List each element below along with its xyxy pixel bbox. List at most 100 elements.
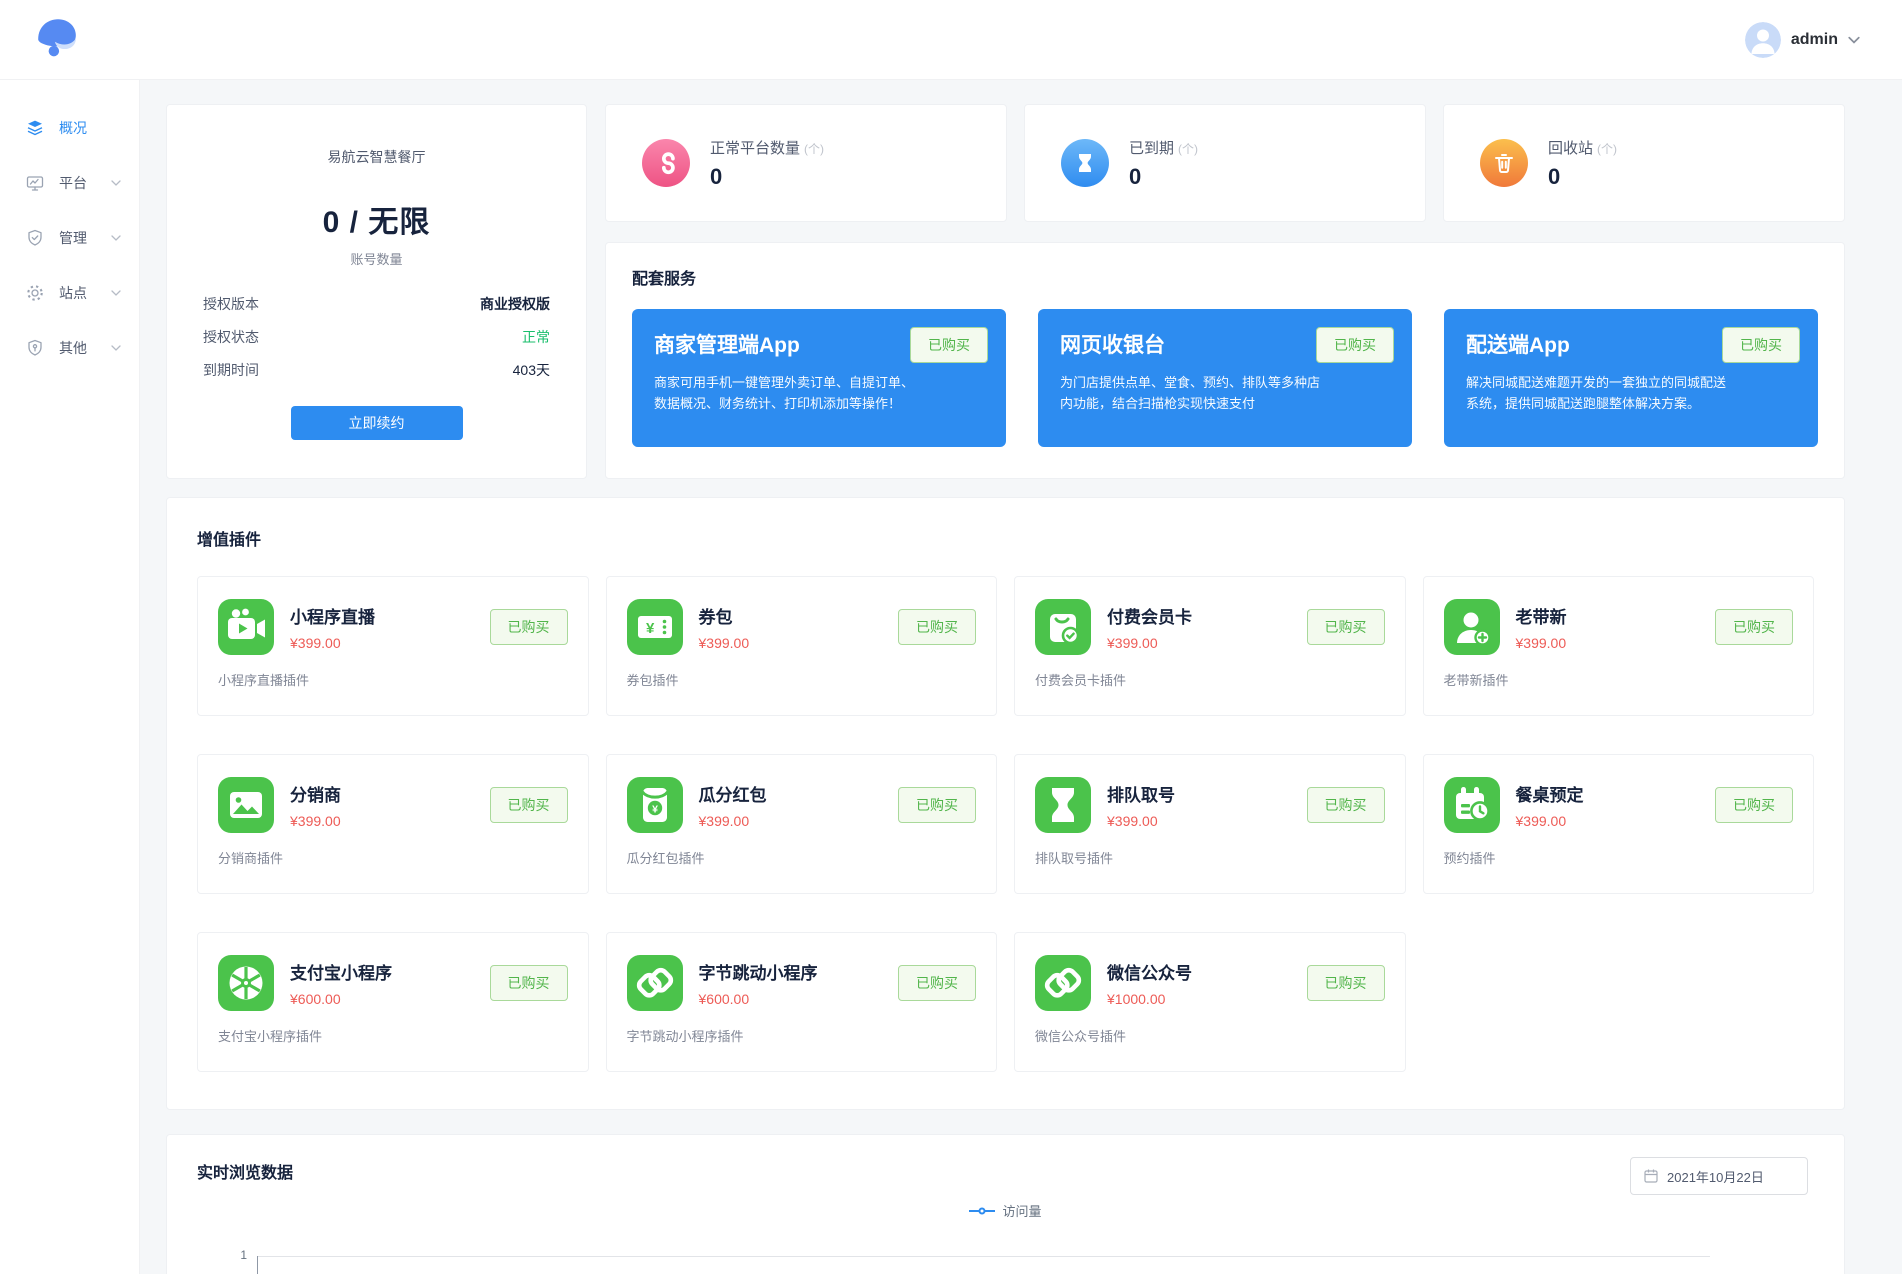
purchased-button[interactable]: 已购买 [910,327,988,363]
field-label: 到期时间 [203,360,259,380]
purchased-button[interactable]: 已购买 [1715,609,1793,645]
app-logo [34,16,80,63]
plugin-desc: 预约插件 [1444,848,1794,867]
grid-line [257,1256,1710,1257]
plugin-price: ¥399.00 [699,813,883,829]
stat-value: 0 [1548,164,1617,190]
calendar-icon [1643,1168,1659,1184]
plugin-name: 排队取号 [1107,781,1291,806]
stat-card-expired: 已到期(个) 0 [1024,104,1426,222]
license-row: 授权版本 商业授权版 [203,294,550,314]
sidebar-item-label: 平台 [59,173,87,193]
purchased-button[interactable]: 已购买 [1307,787,1385,823]
sidebar-item-site[interactable]: 站点 [0,265,139,320]
plugin-desc: 支付宝小程序插件 [218,1026,568,1045]
plugin-name: 餐桌预定 [1516,781,1700,806]
stat-card-recycle-bin: 回收站(个) 0 [1443,104,1845,222]
realtime-panel: 实时浏览数据 2021年10月22日 访问量 1 [166,1134,1845,1274]
realtime-title: 实时浏览数据 [197,1159,1814,1183]
plugin-desc: 分销商插件 [218,848,568,867]
purchased-button[interactable]: 已购买 [898,787,976,823]
plugin-desc: 券包插件 [627,670,977,689]
avatar [1745,22,1781,58]
plugin-desc: 字节跳动小程序插件 [627,1026,977,1045]
service-card-web-cashier: 网页收银台 已购买 为门店提供点单、堂食、预约、排队等多种店内功能，结合扫描枪实… [1038,309,1412,447]
plugin-name: 微信公众号 [1107,959,1291,984]
sidebar-item-overview[interactable]: 概况 [0,100,139,155]
member-card-icon [1035,599,1091,655]
account-quota: 0 / 无限 [203,197,550,241]
stat-value: 0 [710,164,824,190]
license-row: 到期时间 403天 [203,360,550,380]
shield-key-icon [26,339,44,357]
plugin-card-queue: 排队取号 ¥399.00 已购买 排队取号插件 [1014,754,1406,894]
renew-button[interactable]: 立即续约 [291,406,463,440]
calendar-clock-icon [1444,777,1500,833]
plugin-name: 小程序直播 [290,603,474,628]
chain-link-icon [627,955,683,1011]
service-desc: 解决同城配送难题开发的一套独立的同城配送系统，提供同城配送跑腿整体解决方案。 [1466,372,1737,415]
plugin-price: ¥1000.00 [1107,991,1291,1007]
plugin-card-referral: 老带新 ¥399.00 已购买 老带新插件 [1423,576,1815,716]
sidebar-item-manage[interactable]: 管理 [0,210,139,265]
visits-chart: 1 [197,1256,1814,1274]
purchased-button[interactable]: 已购买 [490,609,568,645]
purchased-button[interactable]: 已购买 [490,965,568,1001]
red-packet-icon: ¥ [627,777,683,833]
services-title: 配套服务 [632,265,1818,289]
monitor-chart-icon [26,174,44,192]
purchased-button[interactable]: 已购买 [1307,609,1385,645]
chevron-down-icon [111,345,121,351]
link-icon [642,139,690,187]
top-bar: admin [0,0,1902,80]
wheel-icon [218,955,274,1011]
plugin-price: ¥399.00 [699,635,883,651]
plugins-panel: 增值插件 小程序直播 [166,497,1845,1110]
hourglass-icon [1035,777,1091,833]
field-value: 正常 [522,327,550,347]
date-value: 2021年10月22日 [1667,1167,1764,1186]
plugin-desc: 小程序直播插件 [218,670,568,689]
trash-icon [1480,139,1528,187]
plugin-desc: 付费会员卡插件 [1035,670,1385,689]
stat-label: 已到期 [1129,140,1174,157]
purchased-button[interactable]: 已购买 [898,609,976,645]
plugin-card-bytedance-mini: 字节跳动小程序 ¥600.00 已购买 字节跳动小程序插件 [606,932,998,1072]
field-label: 授权版本 [203,294,259,314]
main-content: 易航云智慧餐厅 0 / 无限 账号数量 授权版本 商业授权版 授权状态 正常 到… [140,80,1902,1274]
chevron-down-icon [111,180,121,186]
plugin-card-red-packet: ¥ 瓜分红包 ¥399.00 已购买 瓜分红包插件 [606,754,998,894]
plugin-name: 老带新 [1516,603,1700,628]
user-menu[interactable]: admin [1745,22,1860,58]
plugin-desc: 老带新插件 [1444,670,1794,689]
sidebar-item-platform[interactable]: 平台 [0,155,139,210]
plugin-desc: 微信公众号插件 [1035,1026,1385,1045]
plugin-card-coupon: ¥ 券包 ¥399.00 已购买 券包插件 [606,576,998,716]
stat-unit: (个) [1178,142,1198,156]
chain-link-icon [1035,955,1091,1011]
plugin-price: ¥399.00 [1107,813,1291,829]
purchased-button[interactable]: 已购买 [1715,787,1793,823]
chevron-down-icon [1848,36,1860,44]
purchased-button[interactable]: 已购买 [490,787,568,823]
plugin-price: ¥399.00 [1107,635,1291,651]
purchased-button[interactable]: 已购买 [1722,327,1800,363]
sidebar-item-label: 站点 [59,283,87,303]
username: admin [1791,31,1838,49]
sidebar-item-label: 管理 [59,228,87,248]
purchased-button[interactable]: 已购买 [1316,327,1394,363]
legend-item-visits[interactable]: 访问量 [197,1201,1814,1220]
field-value: 商业授权版 [480,294,550,314]
layers-icon [26,119,44,137]
legend-label: 访问量 [1002,1201,1041,1220]
service-desc: 为门店提供点单、堂食、预约、排队等多种店内功能，结合扫描枪实现快速支付 [1060,372,1331,415]
chevron-down-icon [111,290,121,296]
purchased-button[interactable]: 已购买 [1307,965,1385,1001]
purchased-button[interactable]: 已购买 [898,965,976,1001]
plugin-card-alipay-mini: 支付宝小程序 ¥600.00 已购买 支付宝小程序插件 [197,932,589,1072]
plugin-desc: 瓜分红包插件 [627,848,977,867]
plugins-title: 增值插件 [197,526,1814,550]
date-picker[interactable]: 2021年10月22日 [1630,1157,1808,1195]
shield-check-icon [26,229,44,247]
sidebar-item-other[interactable]: 其他 [0,320,139,375]
